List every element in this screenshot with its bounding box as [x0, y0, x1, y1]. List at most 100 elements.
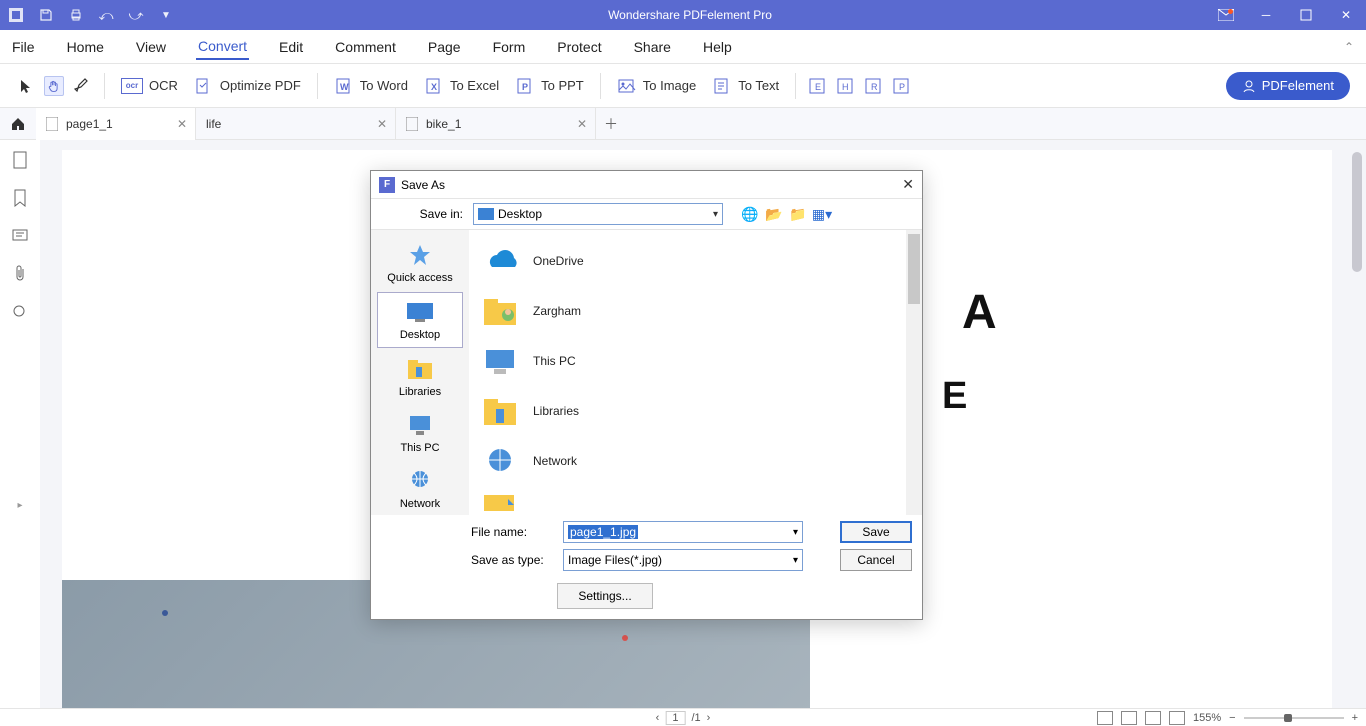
document-tab-2[interactable]: life ✕ — [196, 108, 396, 140]
optimize-button[interactable]: Optimize PDF — [190, 72, 305, 100]
chevron-down-icon[interactable]: ▾ — [793, 555, 798, 566]
nav-newfolder-icon[interactable]: 📁 — [789, 205, 807, 223]
page-prev-icon[interactable]: ‹ — [656, 712, 660, 724]
redo-icon[interactable]: ⤻ — [128, 7, 144, 23]
edit-tool-icon[interactable] — [72, 76, 92, 96]
view-facing-continuous-icon[interactable] — [1169, 711, 1185, 725]
page-total: /1 — [691, 712, 700, 724]
cancel-button[interactable]: Cancel — [840, 549, 912, 571]
nav-up-icon[interactable]: 📂 — [765, 205, 783, 223]
file-list[interactable]: OneDrive Zargham This PC Libraries Netwo… — [469, 230, 922, 515]
to-text-button[interactable]: To Text — [708, 72, 783, 100]
save-in-select[interactable]: Desktop ▾ — [473, 203, 723, 225]
zoom-out-icon[interactable]: − — [1229, 712, 1235, 724]
menu-page[interactable]: Page — [426, 35, 463, 59]
optimize-icon — [194, 76, 214, 96]
search-panel-icon[interactable] — [10, 302, 30, 322]
ppt-icon: P — [515, 76, 535, 96]
comments-icon[interactable] — [10, 226, 30, 246]
to-excel-button[interactable]: XTo Excel — [420, 72, 503, 100]
dialog-title: Save As — [401, 178, 445, 192]
file-list-scrollbar[interactable] — [906, 230, 922, 515]
page-next-icon[interactable]: › — [707, 712, 711, 724]
menu-home[interactable]: Home — [65, 35, 106, 59]
to-ppt-button[interactable]: PTo PPT — [511, 72, 588, 100]
nav-back-icon[interactable]: 🌐 — [741, 205, 759, 223]
menu-view[interactable]: View — [134, 35, 168, 59]
bookmarks-icon[interactable] — [10, 188, 30, 208]
menu-file[interactable]: File — [10, 35, 37, 59]
home-tab-button[interactable] — [0, 108, 36, 140]
this-pc-list-icon — [481, 341, 521, 381]
list-item[interactable]: OneDrive — [475, 236, 916, 286]
list-item[interactable]: Libraries — [475, 386, 916, 436]
place-quick-access[interactable]: Quick access — [377, 236, 463, 290]
tab-close-icon[interactable]: ✕ — [377, 117, 387, 131]
place-libraries[interactable]: Libraries — [377, 350, 463, 404]
svg-text:W: W — [340, 82, 349, 92]
chevron-down-icon[interactable]: ▾ — [793, 527, 798, 538]
document-tab-3[interactable]: bike_1 ✕ — [396, 108, 596, 140]
attachments-icon[interactable] — [10, 264, 30, 284]
menu-comment[interactable]: Comment — [333, 35, 398, 59]
maximize-button[interactable] — [1286, 0, 1326, 30]
convert-r-icon[interactable]: R — [864, 76, 884, 96]
convert-toolbar: ocrOCR Optimize PDF WTo Word XTo Excel P… — [0, 64, 1366, 108]
print-icon[interactable] — [68, 7, 84, 23]
save-in-label: Save in: — [379, 207, 467, 221]
zoom-slider[interactable] — [1244, 717, 1344, 719]
to-image-button[interactable]: To Image — [613, 72, 700, 100]
undo-icon[interactable]: ⤺ — [98, 7, 114, 23]
place-network[interactable]: Network — [377, 462, 463, 516]
document-tab-1[interactable]: page1_1 ✕ — [36, 108, 196, 140]
dialog-close-button[interactable]: ✕ — [902, 176, 914, 193]
onedrive-icon — [481, 241, 521, 281]
zoom-in-icon[interactable]: + — [1352, 712, 1358, 724]
svg-text:R: R — [871, 82, 878, 92]
close-window-button[interactable]: ✕ — [1326, 0, 1366, 30]
menu-share[interactable]: Share — [632, 35, 673, 59]
place-desktop[interactable]: Desktop — [377, 292, 463, 348]
add-tab-button[interactable]: ＋ — [596, 114, 626, 134]
tab-label: page1_1 — [66, 117, 113, 131]
file-name-input[interactable]: page1_1.jpg ▾ — [563, 521, 803, 543]
vertical-scrollbar[interactable] — [1352, 152, 1362, 272]
convert-p-icon[interactable]: P — [892, 76, 912, 96]
menu-form[interactable]: Form — [491, 35, 528, 59]
list-item[interactable] — [475, 486, 916, 515]
menu-convert[interactable]: Convert — [196, 34, 249, 60]
list-item[interactable]: Zargham — [475, 286, 916, 336]
convert-h-icon[interactable]: H — [836, 76, 856, 96]
libraries-list-icon — [481, 391, 521, 431]
list-item[interactable]: This PC — [475, 336, 916, 386]
save-type-select[interactable]: Image Files(*.jpg) ▾ — [563, 549, 803, 571]
mail-icon[interactable] — [1206, 0, 1246, 30]
collapse-ribbon-icon[interactable]: ⌃ — [1344, 40, 1354, 54]
convert-e-icon[interactable]: E — [808, 76, 828, 96]
word-icon: W — [334, 76, 354, 96]
pdfelement-account-button[interactable]: PDFelement — [1226, 72, 1350, 100]
expand-panel-icon[interactable]: ▸ — [17, 500, 22, 511]
select-tool-icon[interactable] — [16, 76, 36, 96]
save-button[interactable]: Save — [840, 521, 912, 543]
list-item[interactable]: Network — [475, 436, 916, 486]
hand-tool-icon[interactable] — [44, 76, 64, 96]
svg-text:E: E — [815, 82, 821, 92]
menu-protect[interactable]: Protect — [555, 35, 603, 59]
menu-help[interactable]: Help — [701, 35, 734, 59]
tab-close-icon[interactable]: ✕ — [577, 117, 587, 131]
tab-close-icon[interactable]: ✕ — [177, 117, 187, 131]
view-single-icon[interactable] — [1097, 711, 1113, 725]
view-continuous-icon[interactable] — [1121, 711, 1137, 725]
menu-edit[interactable]: Edit — [277, 35, 305, 59]
ocr-button[interactable]: ocrOCR — [117, 72, 182, 100]
thumbnails-icon[interactable] — [10, 150, 30, 170]
settings-button[interactable]: Settings... — [557, 583, 653, 609]
qat-dropdown-icon[interactable]: ▼ — [158, 7, 174, 23]
nav-view-icon[interactable]: ▦▾ — [813, 205, 831, 223]
place-this-pc[interactable]: This PC — [377, 406, 463, 460]
view-facing-icon[interactable] — [1145, 711, 1161, 725]
to-word-button[interactable]: WTo Word — [330, 72, 412, 100]
minimize-button[interactable]: ─ — [1246, 0, 1286, 30]
save-icon[interactable] — [38, 7, 54, 23]
